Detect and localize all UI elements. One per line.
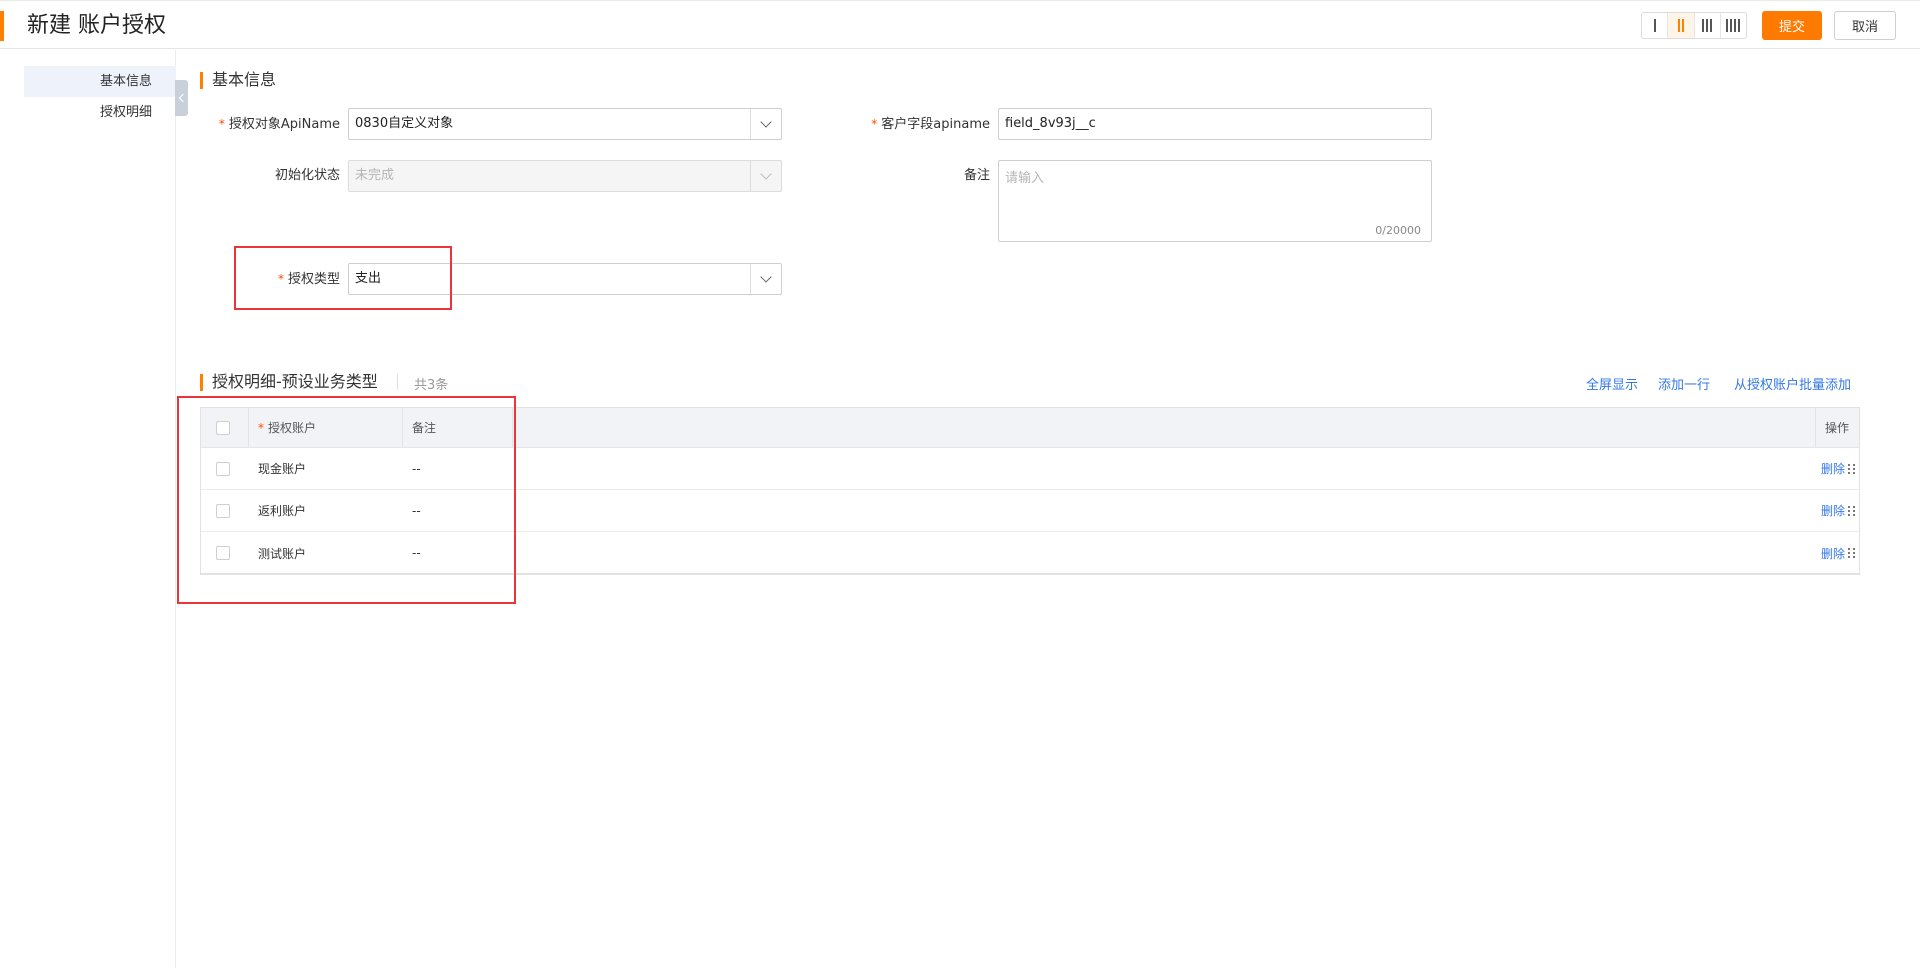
one-column-icon [1653, 19, 1656, 32]
required-mark: * [277, 272, 284, 286]
customer-field-input[interactable]: field_8v93j__c [998, 108, 1432, 140]
row-checkbox[interactable] [216, 503, 230, 518]
layout-three-column-button[interactable] [1694, 13, 1721, 38]
layout-four-column-button[interactable] [1720, 13, 1746, 38]
title-accent-bar [0, 11, 4, 41]
page-header: 新建 账户授权 提交 取消 [0, 0, 1920, 49]
init-status-select: 未完成 [348, 160, 782, 192]
remark-textarea[interactable]: 请输入 0/20000 [998, 160, 1432, 242]
section-nav: 基本信息 授权明细 [0, 50, 176, 968]
row-remark: -- [412, 503, 421, 518]
delete-row-button[interactable]: 删除 [1821, 502, 1845, 519]
required-mark: * [258, 420, 264, 435]
nav-item-auth-detail[interactable]: 授权明细 [24, 97, 176, 128]
table-row: 返利账户 -- 删除 [201, 490, 1859, 532]
remark-label: 备注 [963, 168, 990, 183]
drag-handle-icon[interactable] [1848, 548, 1856, 558]
row-account: 测试账户 [258, 546, 307, 561]
init-status-dropdown-toggle [750, 161, 781, 191]
chevron-down-icon [760, 168, 772, 180]
chevron-down-icon [760, 116, 772, 128]
delete-row-button[interactable]: 删除 [1821, 460, 1845, 477]
two-column-icon [1677, 19, 1684, 32]
batch-add-from-accounts-link[interactable]: 从授权账户批量添加 [1734, 374, 1851, 393]
remark-placeholder: 请输入 [1005, 171, 1045, 186]
auth-type-select[interactable]: 支出 [348, 263, 782, 295]
init-status-label: 初始化状态 [274, 168, 340, 183]
column-header-op: 操作 [1825, 421, 1850, 435]
table-row: 测试账户 -- 删除 [201, 532, 1859, 574]
drag-handle-icon[interactable] [1848, 505, 1856, 516]
auth-type-label: * 授权类型 [278, 263, 340, 296]
nav-collapse-handle[interactable] [175, 80, 188, 116]
column-header-account: * 授权账户 [248, 408, 402, 447]
customer-field-label: * 客户字段apiname [871, 108, 990, 141]
four-column-icon [1726, 19, 1741, 32]
row-account: 返利账户 [258, 504, 307, 518]
section-title-basic-info: 基本信息 [200, 70, 276, 90]
record-count: 共3条 [414, 378, 449, 393]
chevron-left-icon [178, 93, 187, 103]
table-row: 现金账户 -- 删除 [201, 448, 1859, 490]
add-row-link[interactable]: 添加一行 [1658, 374, 1710, 393]
section-title-auth-detail: 授权明细-预设业务类型 [200, 372, 378, 392]
auth-object-select[interactable]: 0830自定义对象 [348, 108, 782, 140]
delete-row-button[interactable]: 删除 [1821, 545, 1845, 562]
cancel-button[interactable]: 取消 [1834, 11, 1896, 40]
row-checkbox[interactable] [216, 461, 230, 476]
chevron-down-icon [760, 271, 772, 283]
auth-object-value: 0830自定义对象 [355, 116, 454, 131]
column-header-account-text: 授权账户 [268, 421, 317, 435]
init-status-value: 未完成 [355, 168, 395, 183]
title-divider [397, 374, 398, 390]
layout-one-column-button[interactable] [1642, 13, 1669, 38]
required-mark: * [218, 117, 225, 131]
auth-object-label-text: 授权对象ApiName [228, 117, 340, 132]
submit-button[interactable]: 提交 [1762, 11, 1822, 40]
select-all-checkbox[interactable] [216, 420, 230, 435]
drag-handle-icon[interactable] [1848, 463, 1856, 474]
auth-object-label: * 授权对象ApiName [219, 108, 340, 141]
row-checkbox[interactable] [216, 546, 230, 560]
column-header-remark: 备注 [412, 421, 437, 435]
layout-column-switch [1641, 12, 1747, 39]
required-mark: * [871, 117, 878, 131]
customer-field-label-text: 客户字段apiname [881, 117, 990, 132]
table-header: * 授权账户 备注 操作 [201, 408, 1859, 448]
fullscreen-link[interactable]: 全屏显示 [1586, 374, 1638, 393]
auth-type-dropdown-toggle[interactable] [750, 264, 781, 294]
row-account: 现金账户 [258, 462, 307, 476]
nav-item-basic-info[interactable]: 基本信息 [24, 66, 176, 97]
auth-type-label-text: 授权类型 [287, 272, 340, 287]
row-remark: -- [412, 461, 421, 476]
auth-detail-table: * 授权账户 备注 操作 现金账户 -- 删除 返利账户 -- 删除 测试账户 -… [200, 407, 1860, 575]
page-title: 新建 账户授权 [27, 13, 166, 38]
header-checkbox-cell [206, 408, 246, 447]
three-column-icon [1702, 19, 1713, 32]
row-remark: -- [412, 546, 421, 560]
remark-char-counter: 0/20000 [1375, 224, 1421, 237]
auth-object-dropdown-toggle[interactable] [750, 109, 781, 139]
layout-two-column-button[interactable] [1668, 13, 1695, 38]
auth-type-value: 支出 [355, 271, 382, 286]
